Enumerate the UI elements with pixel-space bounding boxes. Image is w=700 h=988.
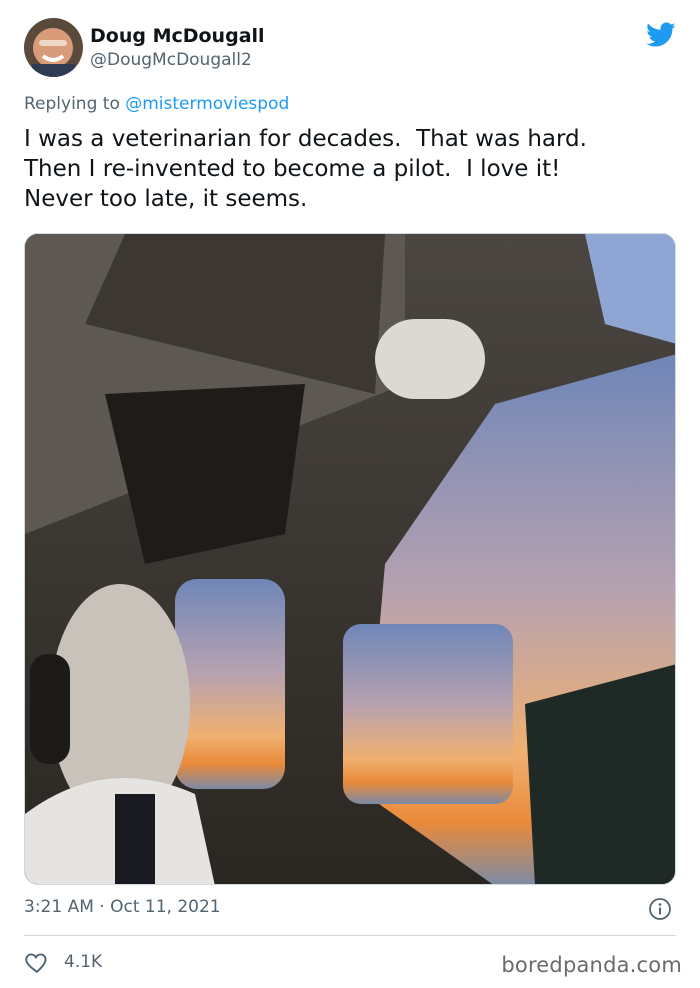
tweet-timestamp[interactable]: 3:21 AM · Oct 11, 2021 xyxy=(24,897,221,917)
avatar-image xyxy=(24,18,83,77)
heart-icon xyxy=(25,953,47,973)
avatar[interactable] xyxy=(24,18,83,77)
like-button[interactable]: 4.1K xyxy=(24,948,102,976)
author-handle[interactable]: @DougMcDougall2 xyxy=(90,48,265,72)
tweet-line: I was a veterinarian for decades. That w… xyxy=(24,126,587,152)
author-display-name[interactable]: Doug McDougall xyxy=(90,24,265,48)
divider xyxy=(24,935,676,936)
tweet-line: Then I re-invented to become a pilot. I … xyxy=(24,156,561,182)
tweet-line: Never too late, it seems. xyxy=(24,186,308,212)
watermark: boredpanda.com xyxy=(501,953,682,977)
info-icon[interactable] xyxy=(648,897,672,921)
twitter-bird-icon[interactable] xyxy=(646,22,676,48)
replying-prefix: Replying to xyxy=(24,94,126,114)
replying-to-handle-link[interactable]: @mistermoviespod xyxy=(125,94,289,114)
replying-to: Replying to @mistermoviespod xyxy=(24,94,289,114)
tweet-text: I was a veterinarian for decades. That w… xyxy=(24,124,684,214)
tweet-photo[interactable] xyxy=(24,233,676,885)
author-names: Doug McDougall @DougMcDougall2 xyxy=(90,24,265,72)
cockpit-sunset-photo xyxy=(25,234,675,884)
like-count: 4.1K xyxy=(64,952,103,972)
tweet-header: Doug McDougall @DougMcDougall2 xyxy=(24,18,676,80)
